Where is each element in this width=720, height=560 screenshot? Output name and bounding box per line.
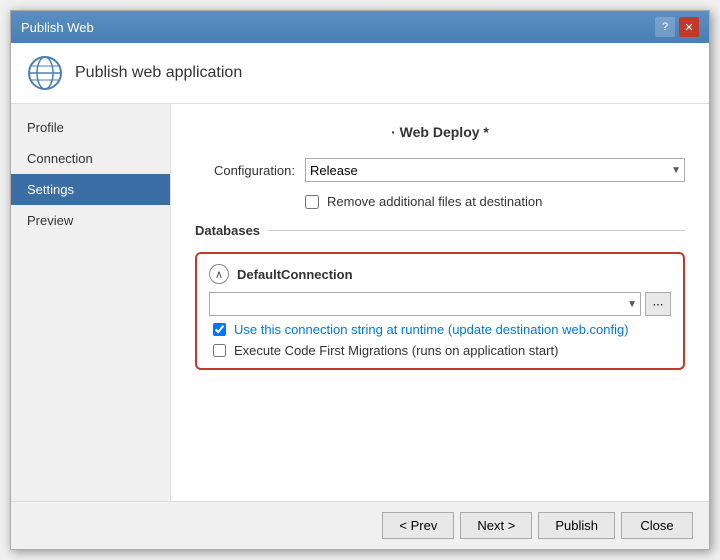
db-box-header: ∧ DefaultConnection — [209, 264, 671, 284]
db-input-wrapper: ▼ — [209, 292, 641, 316]
remove-files-checkbox[interactable] — [305, 195, 319, 209]
title-bar: Publish Web ? ✕ — [11, 11, 709, 43]
sidebar-item-preview[interactable]: Preview — [11, 205, 170, 236]
use-runtime-label: Use this connection string at runtime (u… — [234, 322, 629, 337]
publish-web-dialog: Publish Web ? ✕ Publish web application … — [10, 10, 710, 550]
close-titlebar-button[interactable]: ✕ — [679, 17, 699, 37]
publish-button[interactable]: Publish — [538, 512, 615, 539]
collapse-icon[interactable]: ∧ — [209, 264, 229, 284]
databases-divider-line — [268, 230, 685, 231]
databases-divider: Databases — [195, 223, 685, 238]
remove-files-label: Remove additional files at destination — [327, 194, 542, 209]
prev-button[interactable]: < Prev — [382, 512, 454, 539]
sidebar-item-profile[interactable]: Profile — [11, 112, 170, 143]
configuration-label: Configuration: — [195, 163, 295, 178]
configuration-select[interactable]: Debug Release — [305, 158, 685, 182]
globe-icon — [27, 55, 63, 91]
help-button[interactable]: ? — [655, 17, 675, 37]
execute-migrations-row: Execute Code First Migrations (runs on a… — [213, 343, 671, 358]
next-button[interactable]: Next > — [460, 512, 532, 539]
section-title: · Web Deploy * — [195, 124, 685, 140]
header-area: Publish web application — [11, 43, 709, 104]
execute-migrations-checkbox[interactable] — [213, 344, 226, 357]
footer: < Prev Next > Publish Close — [11, 501, 709, 549]
connection-string-browse-button[interactable]: ⋯ — [645, 292, 671, 316]
configuration-select-wrapper: Debug Release ▼ — [305, 158, 685, 182]
main-area: Profile Connection Settings Preview · We… — [11, 104, 709, 501]
content-area: · Web Deploy * Configuration: Debug Rele… — [171, 104, 709, 501]
default-connection-name: DefaultConnection — [237, 267, 353, 282]
title-bar-controls: ? ✕ — [655, 17, 699, 37]
sidebar: Profile Connection Settings Preview — [11, 104, 171, 501]
dialog-title: Publish Web — [21, 20, 94, 35]
configuration-row: Configuration: Debug Release ▼ — [195, 158, 685, 182]
databases-label: Databases — [195, 223, 260, 238]
title-bar-left: Publish Web — [21, 20, 94, 35]
sidebar-item-settings[interactable]: Settings — [11, 174, 170, 205]
browse-icon: ⋯ — [653, 298, 664, 311]
execute-migrations-label: Execute Code First Migrations (runs on a… — [234, 343, 558, 358]
remove-files-row: Remove additional files at destination — [305, 194, 685, 209]
header-title: Publish web application — [75, 64, 242, 82]
sidebar-item-connection[interactable]: Connection — [11, 143, 170, 174]
close-button[interactable]: Close — [621, 512, 693, 539]
connection-string-input[interactable] — [209, 292, 641, 316]
default-connection-box: ∧ DefaultConnection ▼ ⋯ Use this connect… — [195, 252, 685, 370]
db-input-row: ▼ ⋯ — [209, 292, 671, 316]
use-runtime-row: Use this connection string at runtime (u… — [213, 322, 671, 337]
use-runtime-checkbox[interactable] — [213, 323, 226, 336]
